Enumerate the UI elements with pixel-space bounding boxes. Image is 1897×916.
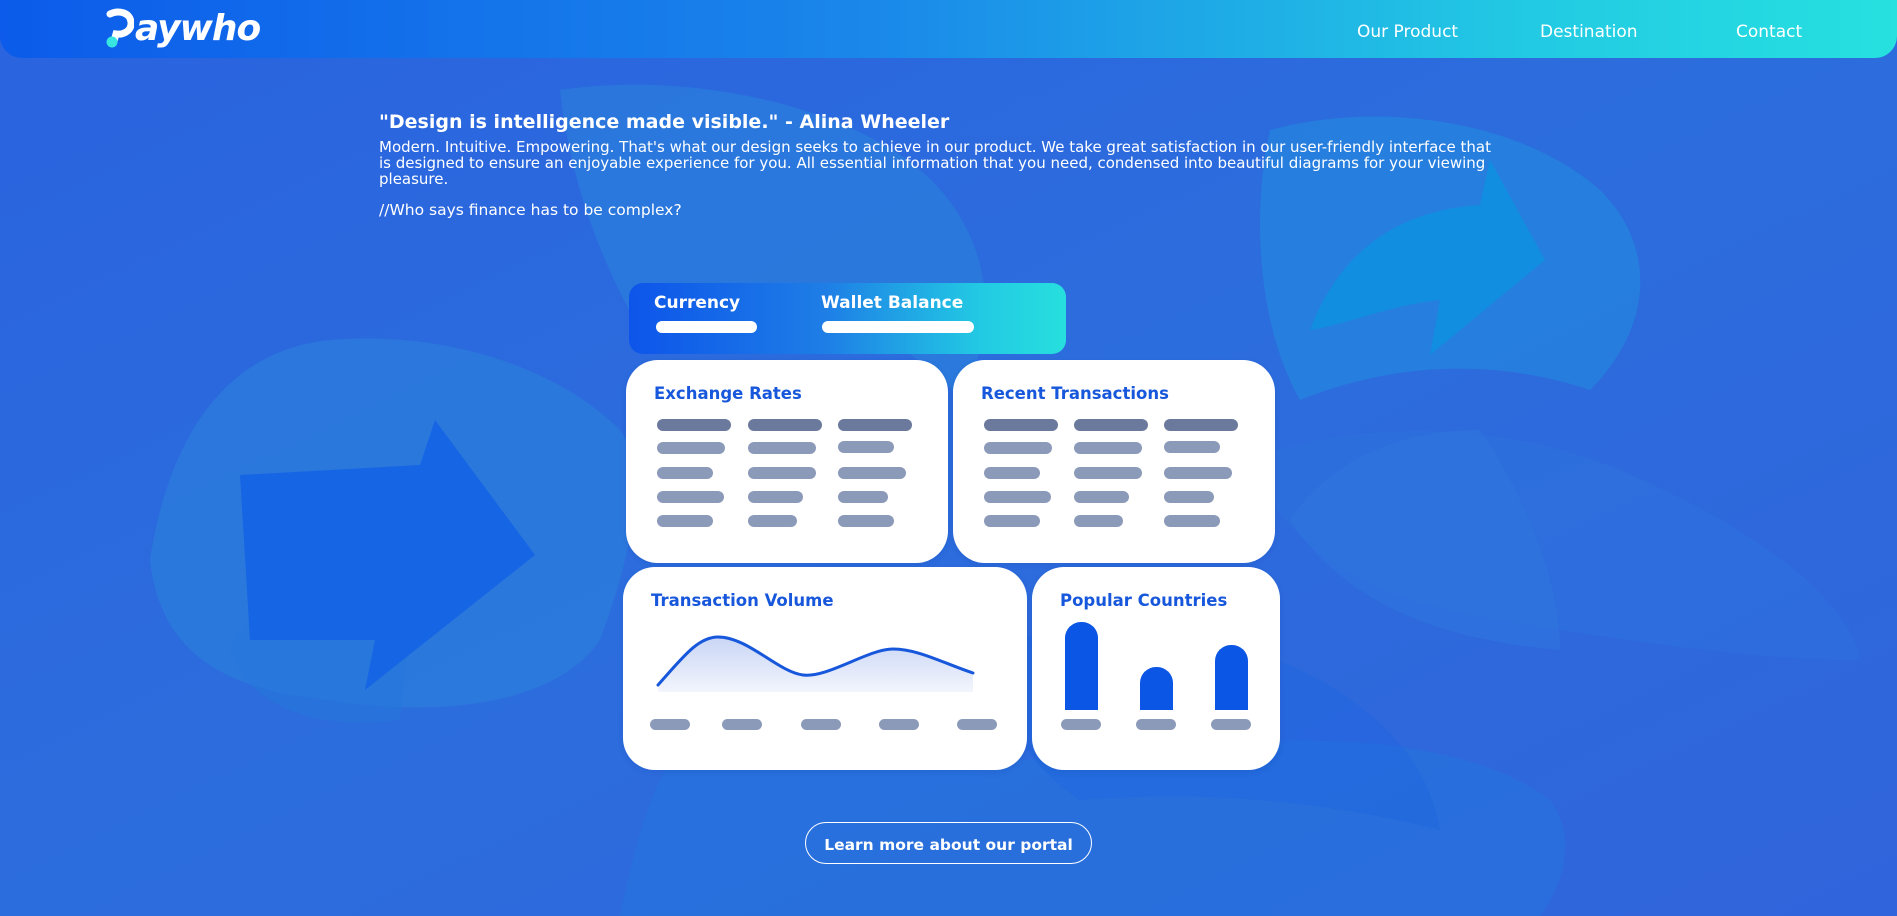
- table-header-placeholder: [748, 419, 822, 431]
- table-cell-placeholder: [1164, 515, 1220, 527]
- x-axis-label-placeholder: [879, 719, 919, 730]
- tagline: //Who says finance has to be complex?: [379, 201, 682, 219]
- transaction-volume-line-graphic: [656, 635, 975, 692]
- top-navigation-bar: aywho Our Product Destination Contact: [0, 0, 1897, 58]
- recent-transactions-card: Recent Transactions: [953, 360, 1275, 563]
- currency-placeholder-bar: [656, 321, 757, 333]
- table-cell-placeholder: [1074, 467, 1142, 479]
- table-cell-placeholder: [748, 442, 816, 454]
- exchange-rates-card: Exchange Rates: [626, 360, 948, 563]
- country-label-placeholder: [1136, 719, 1176, 730]
- brand-name: aywho: [135, 8, 261, 49]
- tab-currency[interactable]: Currency: [654, 293, 740, 313]
- table-cell-placeholder: [657, 467, 713, 479]
- table-cell-placeholder: [748, 515, 797, 527]
- table-header-placeholder: [838, 419, 912, 431]
- wallet-balance-placeholder-bar: [822, 321, 974, 333]
- product-description: Modern. Intuitive. Empowering. That's wh…: [379, 138, 1491, 188]
- country-label-placeholder: [1211, 719, 1251, 730]
- intro-section: "Design is intelligence made visible." -…: [379, 111, 1509, 219]
- nav-link-destination[interactable]: Destination: [1540, 22, 1638, 42]
- country-bar-placeholder: [1140, 667, 1173, 710]
- nav-link-contact[interactable]: Contact: [1736, 22, 1802, 42]
- table-header-placeholder: [984, 419, 1058, 431]
- table-cell-placeholder: [657, 515, 713, 527]
- table-cell-placeholder: [1164, 441, 1220, 453]
- x-axis-label-placeholder: [957, 719, 997, 730]
- table-cell-placeholder: [657, 442, 725, 454]
- country-label-placeholder: [1061, 719, 1101, 730]
- table-cell-placeholder: [984, 515, 1040, 527]
- table-cell-placeholder: [657, 491, 724, 503]
- table-cell-placeholder: [1074, 491, 1129, 503]
- table-cell-placeholder: [1164, 491, 1214, 503]
- table-header-placeholder: [657, 419, 731, 431]
- x-axis-label-placeholder: [650, 719, 690, 730]
- brand-logo[interactable]: aywho: [104, 4, 261, 54]
- table-cell-placeholder: [838, 441, 894, 453]
- table-cell-placeholder: [838, 515, 894, 527]
- table-cell-placeholder: [748, 491, 803, 503]
- learn-more-button[interactable]: Learn more about our portal: [805, 822, 1092, 864]
- table-cell-placeholder: [984, 467, 1040, 479]
- table-cell-placeholder: [1164, 467, 1232, 479]
- nav-link-our-product[interactable]: Our Product: [1357, 22, 1458, 42]
- popular-countries-card: Popular Countries: [1032, 567, 1280, 770]
- recent-transactions-title: Recent Transactions: [981, 384, 1169, 403]
- table-header-placeholder: [1074, 419, 1148, 431]
- table-cell-placeholder: [748, 467, 816, 479]
- tab-wallet-balance[interactable]: Wallet Balance: [821, 293, 963, 313]
- country-bar-placeholder: [1215, 645, 1248, 710]
- table-cell-placeholder: [838, 491, 888, 503]
- table-cell-placeholder: [984, 442, 1052, 454]
- table-cell-placeholder: [838, 467, 906, 479]
- x-axis-label-placeholder: [722, 719, 762, 730]
- exchange-rates-title: Exchange Rates: [654, 384, 802, 403]
- table-cell-placeholder: [1074, 515, 1123, 527]
- table-cell-placeholder: [1074, 442, 1142, 454]
- currency-wallet-tabs: Currency Wallet Balance: [629, 283, 1066, 354]
- paywho-logo-icon: [106, 8, 134, 48]
- design-quote: "Design is intelligence made visible." -…: [379, 111, 950, 133]
- transaction-volume-card: Transaction Volume: [623, 567, 1027, 770]
- popular-countries-title: Popular Countries: [1060, 591, 1228, 610]
- country-bar-placeholder: [1065, 622, 1098, 710]
- table-header-placeholder: [1164, 419, 1238, 431]
- transaction-volume-title: Transaction Volume: [651, 591, 834, 610]
- table-cell-placeholder: [984, 491, 1051, 503]
- x-axis-label-placeholder: [801, 719, 841, 730]
